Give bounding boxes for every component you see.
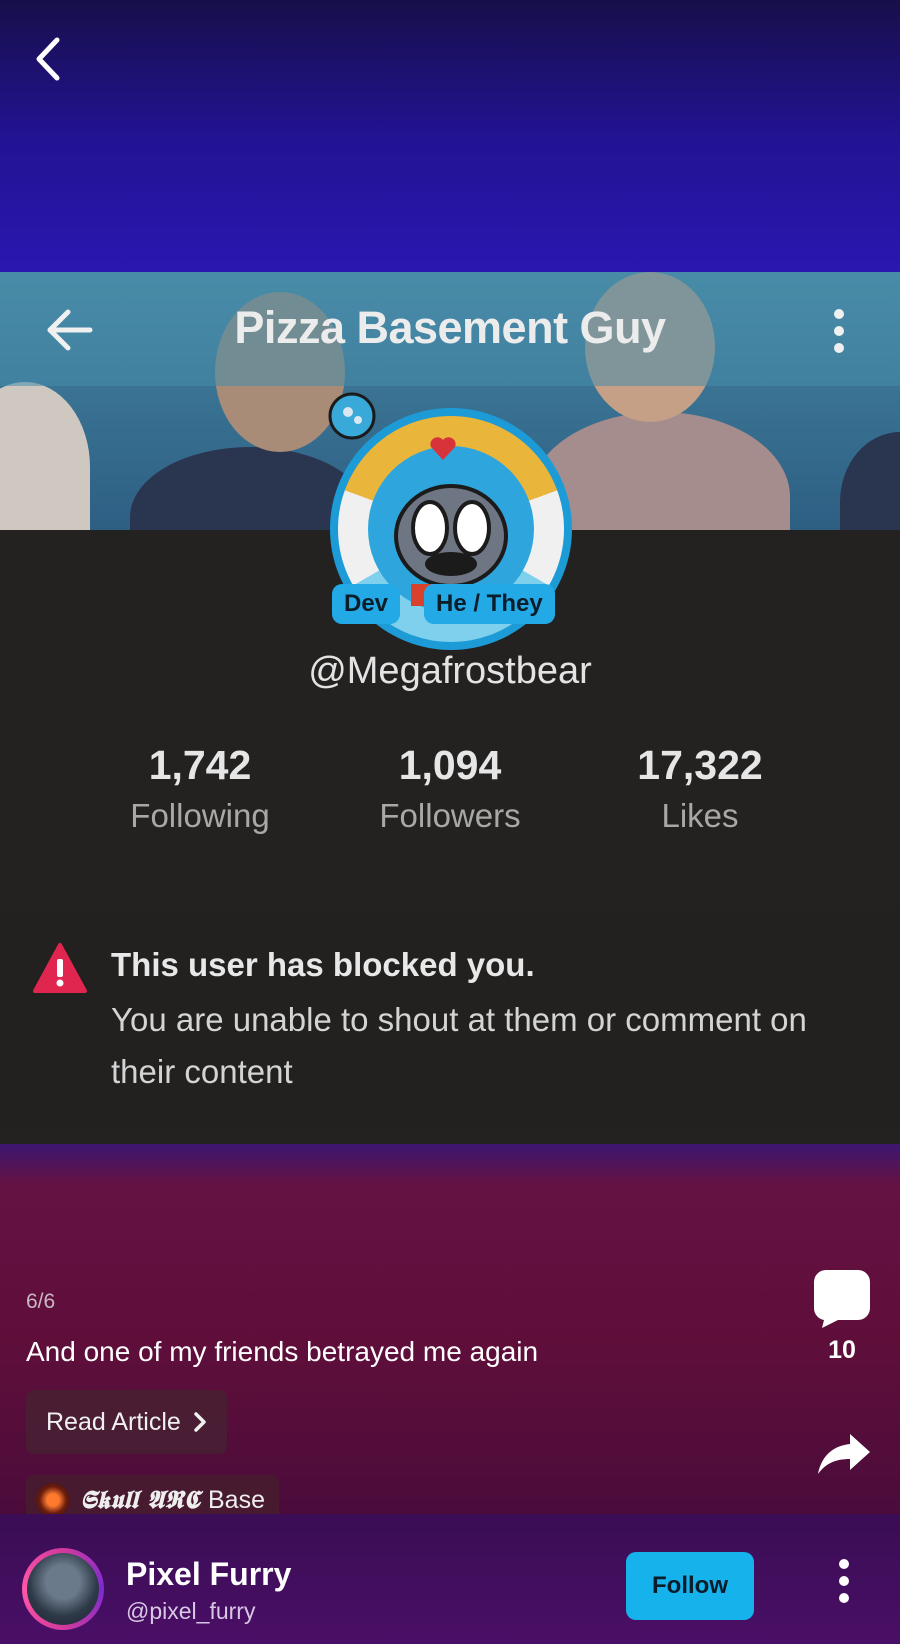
author-avatar[interactable]: [22, 1548, 104, 1630]
stat-followers: 1,094 Followers: [330, 742, 570, 835]
community-name: Base: [207, 1485, 265, 1514]
post-caption: And one of my friends betrayed me again: [26, 1336, 539, 1367]
comments-count: 10: [828, 1336, 856, 1364]
read-article-label: Read Article: [46, 1407, 181, 1436]
blocked-title: This user has blocked you.: [111, 946, 535, 983]
chevron-right-icon: [194, 1412, 206, 1432]
warning-triangle-icon: [33, 943, 87, 993]
stat-value: 1,094: [398, 742, 502, 788]
stat-likes: 17,322 Likes: [580, 742, 820, 835]
more-vertical-icon: [834, 309, 844, 353]
read-article-button[interactable]: Read Article: [26, 1390, 227, 1454]
post-background: [0, 1144, 900, 1514]
hat-icon: [328, 392, 376, 440]
heart-icon: [430, 437, 456, 460]
blocked-message: You are unable to shout at them or comme…: [111, 1001, 807, 1090]
more-vertical-icon[interactable]: [832, 1558, 856, 1604]
community-avatar: [36, 1483, 70, 1517]
chevron-left-icon: [36, 37, 60, 81]
stat-label: Following: [130, 797, 270, 834]
post-counter: 6/6: [26, 1290, 56, 1313]
author-bar: Pixel Furry @pixel_furry Follow: [0, 1514, 900, 1644]
embedded-profile-screenshot: Pizza Basement Guy Dev He / They @Megafr…: [0, 272, 900, 1144]
author-username[interactable]: @pixel_furry: [126, 1598, 255, 1625]
profile-top-bar: Pizza Basement Guy: [0, 272, 900, 386]
stat-value: 17,322: [637, 742, 763, 788]
stat-label: Followers: [379, 797, 521, 834]
author-name[interactable]: Pixel Furry: [126, 1556, 291, 1593]
community-prefix: 𝕾𝖐𝖚𝖑𝖑 𝕬𝕽𝕮: [80, 1485, 200, 1514]
follow-button[interactable]: Follow: [626, 1552, 754, 1620]
blocked-notice: This user has blocked you. You are unabl…: [0, 910, 900, 1128]
share-arrow-icon: [818, 1434, 870, 1474]
share-button[interactable]: [816, 1432, 872, 1476]
tag-dev: Dev: [332, 584, 401, 624]
profile-title: Pizza Basement Guy: [234, 302, 666, 353]
stat-label: Likes: [661, 797, 739, 834]
comments-button[interactable]: 10: [812, 1268, 872, 1365]
profile-stats: 1,742 Following 1,094 Followers 17,322 L…: [0, 742, 900, 852]
back-button[interactable]: [26, 32, 70, 86]
comment-bubble-icon: [813, 1270, 870, 1328]
stat-following: 1,742 Following: [80, 742, 320, 835]
profile-handle: @Megafrostbear: [308, 650, 592, 692]
tag-pronouns: He / They: [424, 584, 555, 624]
stat-value: 1,742: [148, 742, 252, 788]
